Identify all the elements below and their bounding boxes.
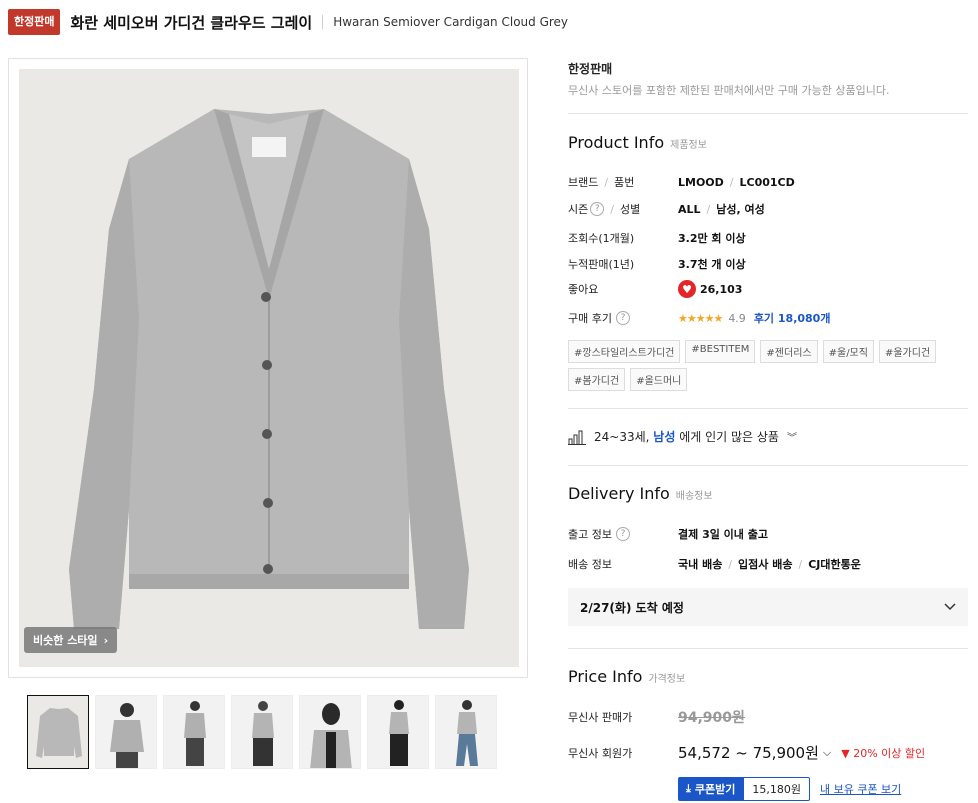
thumbnail-3[interactable] (163, 695, 225, 769)
arrival-dropdown[interactable]: 2/27(화) 도착 예정 (568, 588, 968, 626)
brand-link[interactable]: LMOOD (678, 176, 724, 189)
product-code: LC001CD (739, 175, 795, 189)
thumbnail-4[interactable] (231, 695, 293, 769)
tag-chip[interactable]: #깡스타일리스트가디건 (568, 340, 681, 363)
chevron-down-icon[interactable]: ⌵ (823, 746, 831, 760)
product-photo (19, 69, 519, 667)
method-row: 배송 정보 국내 배송 / 입점사 배송 / CJ대한통운 (568, 557, 861, 572)
views-row: 조회수(1개월) 3.2만 회 이상 (568, 232, 746, 245)
ship-row: 출고 정보? 결제 3일 이내 출고 (568, 527, 768, 541)
arrow-down-icon: ▼ (841, 746, 850, 760)
star-rating-icon: ★★★★★ (678, 311, 723, 325)
sale-price-row: 무신사 판매가 94,900원 (568, 707, 968, 727)
cardigan-illustration (69, 109, 469, 629)
season-row: 시즌? / 성별 ALL / 남성, 여성 (568, 202, 765, 216)
divider (568, 408, 968, 409)
tag-list: #깡스타일리스트가디건 #BESTITEM #젠더리스 #울/모직 #울가디건 … (568, 340, 968, 391)
similar-style-button[interactable]: 비슷한 스타일 › (24, 627, 118, 653)
limited-description: 무신사 스토어를 포함한 제한된 판매처에서만 구매 가능한 상품입니다. (568, 84, 890, 97)
thumbnail-strip (27, 695, 497, 769)
download-icon: ⤓ (686, 782, 691, 795)
divider (568, 465, 968, 466)
review-row: 구매 후기? ★★★★★ 4.9 후기 18,080개 (568, 310, 831, 326)
title-divider (322, 15, 324, 29)
tag-chip[interactable]: #올드머니 (630, 368, 688, 391)
main-product-image[interactable] (8, 58, 528, 678)
help-icon[interactable]: ? (615, 527, 630, 541)
chevron-right-icon: › (103, 634, 109, 647)
member-price-row: 무신사 회원가 54,572 ~ 75,900원 ⌵ ▼ 20% 이상 할인 (568, 744, 926, 762)
discount-label: ▼ 20% 이상 할인 (841, 746, 926, 760)
limited-badge: 한정판매 (8, 9, 61, 35)
coupon-row: ⤓ 쿠폰받기 15,180원 내 보유 쿠폰 보기 (678, 777, 901, 801)
divider (568, 113, 968, 114)
thumbnail-7[interactable] (435, 695, 497, 769)
reviews-link[interactable]: 후기 18,080개 (754, 310, 831, 326)
similar-style-label: 비슷한 스타일 (33, 634, 98, 647)
tag-chip[interactable]: #젠더리스 (760, 340, 818, 363)
tag-chip[interactable]: #울가디건 (878, 340, 937, 363)
product-title-en: Hwaran Semiover Cardigan Cloud Grey (333, 15, 569, 29)
tag-chip[interactable]: #봄가디건 (568, 368, 626, 391)
heart-icon: ♥ (678, 280, 696, 298)
bar-chart-icon (568, 430, 586, 445)
thumbnail-1[interactable] (27, 695, 89, 769)
product-info-title: Product Info 제품정보 (568, 133, 707, 152)
my-coupons-link[interactable]: 내 보유 쿠폰 보기 (820, 781, 901, 797)
sales-row: 누적판매(1년) 3.7천 개 이상 (568, 258, 746, 271)
help-icon[interactable]: ? (615, 311, 630, 325)
member-price: 54,572 ~ 75,900원 (678, 744, 819, 762)
like-button[interactable]: ♥ 26,103 (678, 280, 742, 298)
popular-banner[interactable]: 24~33세, 남성 에게 인기 많은 상품 ︾ (568, 428, 797, 445)
thumbnail-2[interactable] (95, 695, 157, 769)
original-price: 94,900원 (678, 710, 745, 726)
delivery-info-title: Delivery Info 배송정보 (568, 484, 713, 503)
coupon-button[interactable]: ⤓ 쿠폰받기 (678, 777, 744, 801)
tag-chip[interactable]: #BESTITEM (685, 340, 756, 363)
price-info-title: Price Info 가격정보 (568, 667, 686, 686)
thumbnail-6[interactable] (367, 695, 429, 769)
likes-row: 좋아요 ♥ 26,103 (568, 280, 968, 298)
product-title-ko: 화란 세미오버 가디건 클라우드 그레이 (70, 13, 313, 32)
coupon-amount: 15,180원 (743, 777, 810, 801)
thumbnail-5[interactable] (299, 695, 361, 769)
chevron-down-icon (944, 603, 956, 611)
help-icon[interactable]: ? (590, 202, 605, 216)
product-header: 한정판매 화란 세미오버 가디건 클라우드 그레이 Hwaran Semiove… (8, 8, 568, 36)
divider (568, 648, 968, 649)
brand-row: 브랜드 / 품번 LMOOD / LC001CD (568, 175, 795, 190)
tag-chip[interactable]: #울/모직 (822, 340, 874, 363)
double-chevron-down-icon: ︾ (786, 433, 797, 444)
limited-title: 한정판매 (568, 62, 613, 76)
